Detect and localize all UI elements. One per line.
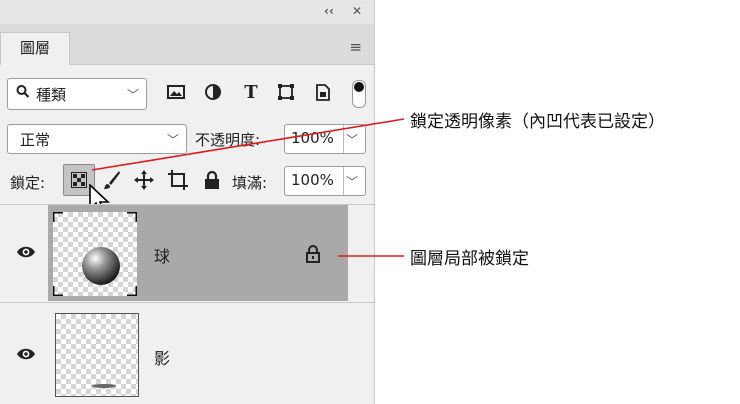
annotation-line-lock bbox=[91, 118, 405, 171]
annotation-lines bbox=[91, 118, 405, 257]
annotation-layer-locked: 圖層局部被鎖定 bbox=[410, 249, 529, 269]
annotation-lock-transparency: 鎖定透明像素（內凹代表已設定） bbox=[410, 112, 665, 132]
